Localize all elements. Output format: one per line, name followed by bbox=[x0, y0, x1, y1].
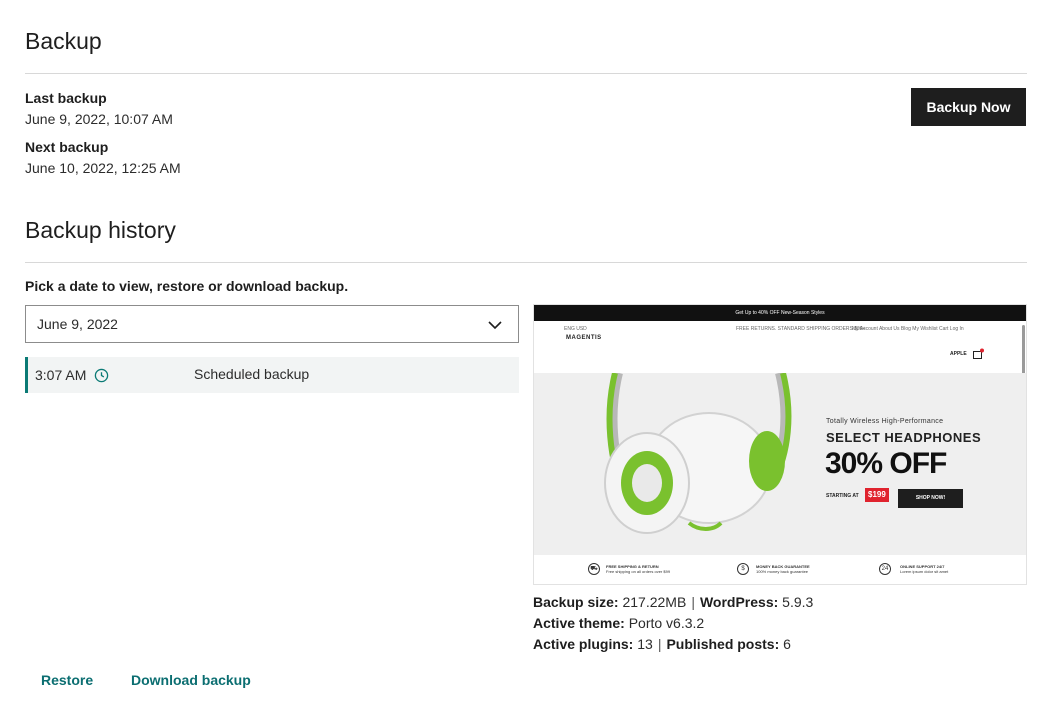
next-backup-label: Next backup bbox=[25, 139, 109, 155]
backup-now-button[interactable]: Backup Now bbox=[911, 88, 1026, 126]
support-icon: 24 bbox=[879, 563, 891, 575]
published-posts-value: 6 bbox=[783, 636, 791, 652]
divider bbox=[25, 73, 1027, 74]
preview-price: $199 bbox=[865, 488, 889, 502]
preview-nav-center: FREE RETURNS. STANDARD SHIPPING ORDERS $… bbox=[736, 326, 866, 332]
wordpress-version-value: 5.9.3 bbox=[782, 594, 814, 610]
site-preview-thumbnail: Get Up to 40% OFF New-Season Styles ENG … bbox=[533, 304, 1027, 585]
preview-feature: MONEY BACK GUARANTEE 100% money back guar… bbox=[756, 564, 810, 574]
chevron-down-icon bbox=[488, 321, 502, 330]
preview-nav-left: ENG USD bbox=[564, 326, 587, 332]
history-row-time: 3:07 AM bbox=[35, 367, 87, 383]
history-row[interactable]: 3:07 AM Scheduled backup bbox=[25, 357, 519, 393]
last-backup-label: Last backup bbox=[25, 90, 107, 106]
backup-meta-line-3: Active plugins: 13 | Published posts: 6 bbox=[533, 636, 791, 652]
preview-promo-title: SELECT HEADPHONES bbox=[826, 430, 982, 445]
divider bbox=[25, 262, 1027, 263]
preview-hero: Totally Wireless High-Performance SELECT… bbox=[534, 373, 1026, 555]
preview-starting-at: STARTING AT bbox=[826, 493, 859, 499]
date-select-value: June 9, 2022 bbox=[37, 316, 118, 332]
preview-shop-now: SHOP NOW! bbox=[898, 489, 963, 508]
preview-nav: ENG USD FREE RETURNS. STANDARD SHIPPING … bbox=[534, 321, 1026, 373]
preview-promo-discount: 30% OFF bbox=[825, 447, 947, 480]
preview-feature: ONLINE SUPPORT 24/7 Lorem ipsum dolor sit… bbox=[900, 564, 949, 574]
restore-link[interactable]: Restore bbox=[41, 672, 93, 688]
active-plugins-value: 13 bbox=[637, 636, 653, 652]
dollar-icon: $ bbox=[737, 563, 749, 575]
next-backup-value: June 10, 2022, 12:25 AM bbox=[25, 160, 181, 176]
preview-logo: MAGENTIS bbox=[566, 335, 602, 341]
last-backup-value: June 9, 2022, 10:07 AM bbox=[25, 111, 173, 127]
clock-icon bbox=[94, 368, 109, 383]
headphones-image bbox=[604, 373, 792, 534]
active-theme-value: Porto v6.3.2 bbox=[628, 615, 705, 631]
page-title: Backup bbox=[25, 28, 102, 54]
preview-feature: FREE SHIPPING & RETURN Free shipping on a… bbox=[606, 564, 671, 574]
backup-size-value: 217.22MB bbox=[622, 594, 687, 610]
preview-promo-subtitle: Totally Wireless High-Performance bbox=[826, 418, 944, 425]
date-select[interactable]: June 9, 2022 bbox=[25, 305, 519, 343]
preview-topbar: Get Up to 40% OFF New-Season Styles bbox=[534, 305, 1026, 321]
backup-meta-line-2: Active theme: Porto v6.3.2 bbox=[533, 615, 705, 631]
history-row-type: Scheduled backup bbox=[194, 366, 310, 382]
history-instruction: Pick a date to view, restore or download… bbox=[25, 278, 349, 294]
backup-meta-line-1: Backup size: 217.22MB | WordPress: 5.9.3 bbox=[533, 594, 814, 610]
cart-icon bbox=[973, 348, 984, 359]
preview-features: ⛟ FREE SHIPPING & RETURN Free shipping on… bbox=[534, 555, 1026, 584]
history-title: Backup history bbox=[25, 217, 176, 243]
truck-icon: ⛟ bbox=[588, 563, 600, 575]
preview-nav-right: My Account About Us Blog My Wishlist Car… bbox=[852, 326, 964, 332]
download-backup-link[interactable]: Download backup bbox=[131, 672, 251, 688]
preview-cart-label: APPLE bbox=[950, 351, 967, 357]
